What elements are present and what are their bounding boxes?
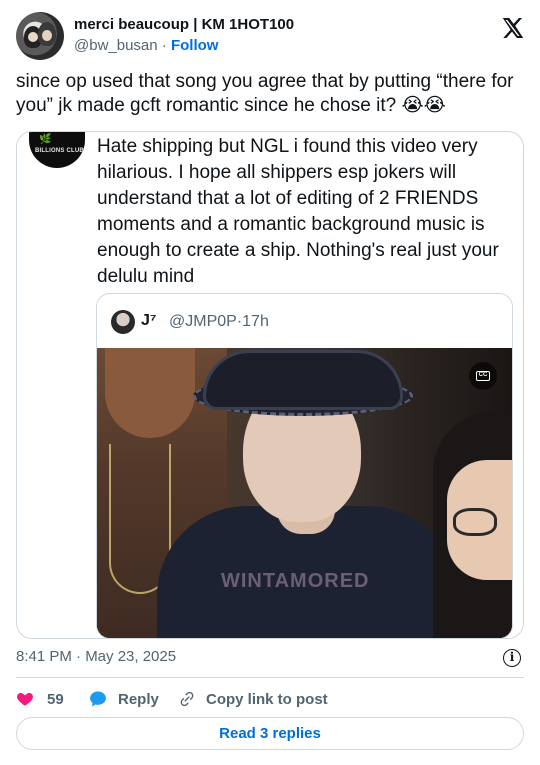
nested-author-handle[interactable]: @JMP0P·17h [169,313,269,331]
copy-link-button[interactable]: Copy link to post [178,688,328,710]
read-replies-button[interactable]: Read 3 replies [16,717,524,750]
nested-author-name[interactable]: J⁷ [141,312,157,330]
avatar-logo-text: BILLIONS CLUB [35,148,84,154]
tweet-header: merci beaucoup | KM 1HOT100 @bw_busan · … [16,12,524,64]
closed-captions-icon[interactable]: CC [469,362,497,390]
action-bar: 59 Reply Copy link to post [16,688,524,710]
link-icon [180,691,194,707]
tweet-text: since op used that song you agree that b… [16,71,514,116]
author-avatar[interactable] [16,12,64,60]
heart-icon [17,693,33,706]
bucket-hat [203,350,403,410]
tweet-timestamp[interactable]: 8:41 PM · May 23, 2025 [16,648,176,665]
video-thumbnail[interactable]: WINTAMORED CC [97,348,512,638]
nested-quoted-tweet[interactable]: J⁷ @JMP0P·17h WINTAMORED CC [96,293,513,638]
info-icon[interactable]: i [503,649,521,667]
reply-bubble-icon [90,691,106,707]
shirt-print-text: WINTAMORED [221,570,370,592]
like-button[interactable]: 59 [16,688,64,710]
quoted-author-avatar[interactable]: 🌿 BILLIONS CLUB [29,132,85,168]
leaf-icon: 🌿 [39,134,52,145]
author-handle[interactable]: @bw_busan [74,37,158,54]
quoted-tweet[interactable]: 🌿 BILLIONS CLUB Hate shipping but NGL i … [16,131,524,639]
divider [16,677,524,678]
like-count: 59 [47,690,64,708]
nested-author-avatar[interactable] [111,310,135,334]
glasses [453,508,497,536]
author-name[interactable]: merci beaucoup | KM 1HOT100 [74,16,294,33]
author-handle-line: @bw_busan · Follow [74,37,218,54]
reply-label: Reply [118,690,159,708]
reply-button[interactable]: Reply [88,688,159,710]
x-logo-icon[interactable] [500,16,524,40]
copy-link-label: Copy link to post [206,690,328,708]
separator-dot: · [161,37,167,54]
follow-button[interactable]: Follow [171,37,219,54]
quoted-tweet-text: Hate shipping but NGL i found this video… [97,136,499,287]
